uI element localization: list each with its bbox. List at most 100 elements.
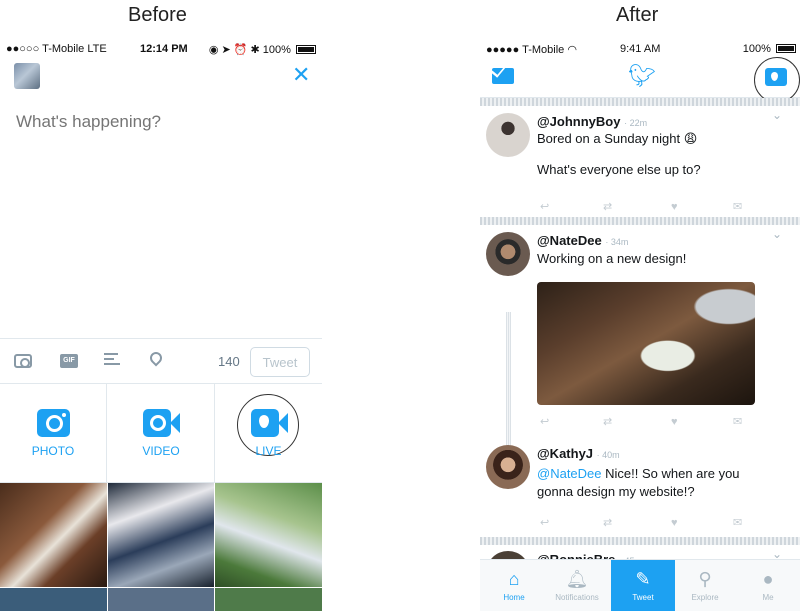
character-count: 140 [218, 354, 240, 369]
tweet-time: · 22m [624, 118, 648, 128]
divider [480, 217, 800, 225]
clock: 9:41 AM [620, 43, 661, 55]
tab-tweet[interactable]: ✎ Tweet [611, 560, 675, 611]
status-bar: ●●○○○ T-Mobile LTE 12:14 PM ◉ ➤ ⏰ ✱ 100% [0, 38, 322, 60]
poll-icon[interactable] [104, 353, 122, 369]
close-icon[interactable]: ✕ [292, 64, 310, 86]
retweet-icon[interactable]: ⇄ [603, 517, 612, 529]
avatar[interactable] [486, 232, 530, 276]
before-heading: Before [128, 4, 187, 26]
tweet-text: Bored on a Sunday night 😩 [537, 131, 698, 146]
heart-icon[interactable]: ♥ [671, 416, 678, 428]
reply-icon[interactable]: ↩ [540, 517, 549, 529]
profile-icon: ● [762, 569, 774, 589]
bell-icon: 🔔︎ [565, 569, 589, 589]
tab-home[interactable]: ⌂ Home [482, 560, 546, 611]
carrier-label: ●●●●● T-Mobile ◠ [486, 44, 577, 56]
tweet-media-image[interactable] [537, 282, 755, 405]
thread-line [506, 312, 511, 448]
tweet-text: @NateDee Nice!! So when are you [537, 466, 740, 481]
photo-thumbnail[interactable] [215, 588, 322, 611]
battery-percent: 100% [262, 44, 291, 56]
tab-label: Notifications [555, 593, 599, 602]
tab-label: Me [762, 593, 774, 602]
tweet-time: · 40m [596, 450, 620, 460]
after-phone-screen: ●●●●● T-Mobile ◠ 9:41 AM 100% 🐦︎ @Johnny… [480, 38, 800, 611]
photo-thumbnail[interactable] [108, 483, 214, 587]
heart-icon[interactable]: ♥ [671, 201, 678, 213]
clock: 12:14 PM [140, 43, 188, 55]
tab-me[interactable]: ● Me [736, 560, 800, 611]
chevron-down-icon[interactable]: ⌄ [772, 108, 782, 122]
mention-link[interactable]: @NateDee [537, 466, 602, 481]
battery-icon [776, 44, 796, 53]
battery-status: ◉ ➤ ⏰ ✱ 100% [209, 43, 316, 56]
live-option[interactable]: LIVE [215, 384, 322, 482]
bottom-tab-bar: ⌂ Home 🔔︎ Notifications ✎ Tweet ⚲ Explor… [480, 559, 800, 611]
photo-thumbnail[interactable] [108, 588, 214, 611]
tab-label: Home [503, 593, 525, 602]
battery-status: 100% [743, 43, 796, 55]
tweet-text: What's everyone else up to? [537, 162, 701, 177]
avatar[interactable] [14, 63, 40, 89]
top-nav-bar: 🐦︎ [480, 57, 800, 103]
direct-message-icon[interactable]: ✉ [733, 201, 742, 213]
retweet-icon[interactable]: ⇄ [603, 201, 612, 213]
after-heading: After [616, 4, 659, 26]
direct-message-icon[interactable]: ✉ [733, 416, 742, 428]
video-option[interactable]: VIDEO [108, 384, 215, 482]
tweet-text: Working on a new design! [537, 251, 687, 266]
carrier-label: ●●○○○ T-Mobile LTE [6, 43, 107, 55]
battery-percent: 100% [742, 43, 771, 55]
divider [480, 98, 800, 106]
status-icons: ◉ ➤ ⏰ ✱ [208, 44, 263, 56]
direct-message-icon[interactable]: ✉ [733, 517, 742, 529]
tweet-actions: ↩ ⇄ ♥ ✉ [540, 517, 752, 529]
tweet-text: gonna design my website!? [537, 484, 695, 499]
tweet-author[interactable]: @NateDee · 34m [537, 233, 628, 248]
before-phone-screen: ●●○○○ T-Mobile LTE 12:14 PM ◉ ➤ ⏰ ✱ 100%… [0, 38, 322, 611]
live-label: LIVE [255, 444, 282, 458]
compose-toolbar: GIF 140 Tweet [0, 338, 322, 384]
camera-roll-grid [0, 482, 322, 611]
tweet-author[interactable]: @KathyJ · 40m [537, 446, 620, 461]
photo-label: PHOTO [31, 444, 75, 458]
photo-option[interactable]: PHOTO [0, 384, 107, 482]
search-icon: ⚲ [698, 569, 712, 589]
tweet-author[interactable]: @JohnnyBoy · 22m [537, 114, 647, 129]
compose-icon: ✎ [635, 569, 651, 589]
battery-icon [296, 45, 316, 54]
location-pin-icon[interactable] [147, 349, 165, 367]
periscope-live-icon [251, 409, 288, 437]
retweet-icon[interactable]: ⇄ [603, 416, 612, 428]
heart-icon[interactable]: ♥ [671, 517, 678, 529]
periscope-live-icon[interactable] [765, 68, 787, 86]
gif-icon[interactable]: GIF [60, 354, 78, 368]
twitter-bird-icon: 🐦︎ [628, 63, 656, 88]
compose-input[interactable] [16, 112, 306, 132]
avatar[interactable] [486, 445, 530, 489]
tweet-actions: ↩ ⇄ ♥ ✉ [540, 201, 752, 213]
tweet-time: · 34m [605, 237, 629, 247]
messages-icon[interactable] [492, 68, 514, 84]
photo-thumbnail[interactable] [0, 483, 107, 587]
home-icon: ⌂ [508, 569, 520, 589]
wifi-icon: ◠ [567, 44, 577, 56]
divider [480, 537, 800, 545]
tab-notifications[interactable]: 🔔︎ Notifications [545, 560, 609, 611]
photo-thumbnail[interactable] [215, 483, 322, 587]
tab-label: Tweet [632, 593, 654, 602]
chevron-down-icon[interactable]: ⌄ [772, 227, 782, 241]
tab-explore[interactable]: ⚲ Explore [673, 560, 737, 611]
photo-thumbnail[interactable] [0, 588, 107, 611]
video-camera-icon [143, 409, 180, 437]
camera-icon [37, 409, 70, 437]
media-options: PHOTO VIDEO LIVE [0, 384, 322, 482]
reply-icon[interactable]: ↩ [540, 201, 549, 213]
tweet-button[interactable]: Tweet [250, 347, 310, 377]
video-label: VIDEO [142, 444, 180, 458]
camera-icon[interactable] [14, 354, 32, 368]
status-bar: ●●●●● T-Mobile ◠ 9:41 AM 100% [480, 38, 800, 60]
avatar[interactable] [486, 113, 530, 157]
reply-icon[interactable]: ↩ [540, 416, 549, 428]
